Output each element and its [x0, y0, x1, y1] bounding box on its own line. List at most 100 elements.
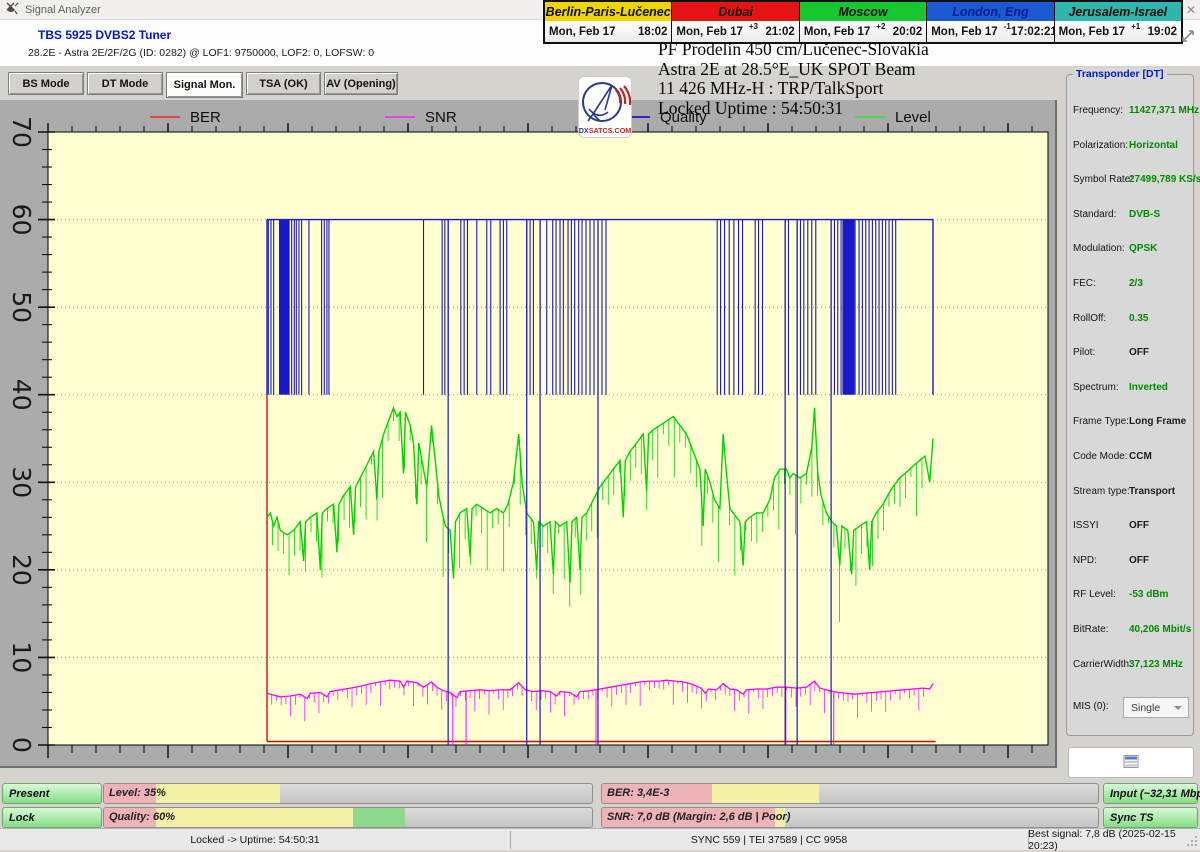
clock-utc-offset: +1 [1131, 22, 1140, 31]
transponder-row: ISSYIOFF [1067, 520, 1195, 534]
tab-tsa-ok-[interactable]: TSA (OK) [246, 72, 321, 95]
clock-city: London, Eng [927, 2, 1053, 21]
mis-dropdown[interactable]: Single [1123, 697, 1189, 718]
bar-segment-green [353, 808, 405, 827]
mis-selected-value: Single [1131, 702, 1160, 714]
clock-column: London, EngMon, Feb 17-117:02:21 [927, 2, 1054, 42]
transponder-value: 0.35 [1129, 313, 1148, 324]
transponder-value: QPSK [1129, 243, 1157, 254]
mis-label: MIS (0): [1073, 701, 1109, 712]
transponder-label: FEC: [1073, 278, 1096, 289]
tab-av-opening-[interactable]: AV (Opening) [324, 72, 398, 95]
signal-history-chart: 010203040506070 [0, 100, 1055, 766]
clock-city: Moscow [800, 2, 926, 21]
transponder-row: Symbol Rate:27499,789 KS/s [1067, 174, 1195, 188]
svg-text:60: 60 [7, 204, 36, 236]
transponder-value: 2/3 [1129, 278, 1143, 289]
clock-time: 18:02 [638, 26, 667, 38]
transponder-row: FEC: 2/3 [1067, 278, 1195, 292]
transponder-label: NPD: [1073, 555, 1097, 566]
annotation-line-2: Astra 2E at 28.5°E_UK SPOT Beam [658, 60, 929, 80]
transponder-value: Horizontal [1129, 140, 1178, 151]
bar-segment-yellow [712, 784, 819, 803]
quality-bar-label: Quality: 60% [109, 811, 175, 823]
clock-time: 17:02:21 [1011, 26, 1057, 38]
transponder-label: Pilot: [1073, 347, 1095, 358]
transponder-row: Frame Type:Long Frame [1067, 416, 1195, 430]
transponder-row: Code Mode:CCM [1067, 451, 1195, 465]
transponder-row: Polarization:Horizontal [1067, 140, 1195, 154]
transponder-value: OFF [1129, 555, 1149, 566]
tab-dt-mode[interactable]: DT Mode [87, 72, 163, 95]
transponder-value: Long Frame [1129, 416, 1186, 427]
tuner-subtitle: 28.2E - Astra 2E/2F/2G (ID: 0282) @ LOF1… [28, 47, 374, 59]
svg-text:DXSATCS.COM: DXSATCS.COM [579, 126, 632, 135]
transponder-row: Pilot: OFF [1067, 347, 1195, 361]
svg-text:20: 20 [7, 554, 36, 586]
transponder-value: CCM [1129, 451, 1152, 462]
resize-diagonal-icon[interactable] [1180, 28, 1196, 47]
transponder-label: RollOff: [1073, 313, 1106, 324]
svg-text:50: 50 [7, 291, 36, 323]
transponder-label: ISSYI [1073, 520, 1099, 531]
annotation-line-4: Locked Uptime : 54:50:31 [658, 99, 929, 119]
report-icon [1123, 755, 1139, 771]
status-best-signal: Best signal: 7,8 dB (2025-02-15 20:23) [1028, 829, 1200, 851]
clock-utc-offset: +3 [749, 22, 758, 31]
transponder-value: 27499,789 KS/s [1129, 174, 1200, 185]
transponder-value: DVB-S [1129, 209, 1160, 220]
tuner-title: TBS 5925 DVBS2 Tuner [38, 28, 171, 42]
tab-signal-mon-[interactable]: Signal Mon. [166, 72, 243, 98]
transponder-label: CarrierWidth: [1073, 659, 1132, 670]
status-counters: SYNC 559 | TEI 37589 | CC 9958 [510, 829, 1028, 851]
transponder-label: Stream type: [1073, 486, 1130, 497]
annotation-line-1: PF Prodelin 450 cm/Lučenec-Slovakia [658, 40, 929, 60]
annotation-line-3: 11 426 MHz-H : TRP/TalkSport [658, 79, 929, 99]
quality-bar: Quality: 60% [103, 807, 593, 828]
clock-date: Mon, Feb 17 [1059, 26, 1125, 38]
transponder-row: Standard: DVB-S [1067, 209, 1195, 223]
clock-city: Berlin-Paris-Lučenec [545, 2, 671, 21]
svg-text:30: 30 [7, 466, 36, 498]
transponder-label: Code Mode: [1073, 451, 1127, 462]
transponder-value: 11427,371 MHz [1129, 105, 1199, 116]
sync-ts-badge: Sync TS [1103, 807, 1198, 828]
transponder-label: Modulation: [1073, 243, 1125, 254]
transponder-label: Frequency: [1073, 105, 1123, 116]
bar-segment-yellow [156, 784, 280, 803]
snr-bar: SNR: 7,0 dB (Margin: 2,6 dB | Poor) [601, 807, 1099, 828]
clock-column: DubaiMon, Feb 17+321:02 [672, 2, 799, 42]
svg-text:70: 70 [7, 116, 36, 148]
close-icon[interactable]: ✕ [1186, 3, 1196, 17]
clock-time-row: Mon, Feb 17 18:02 [545, 21, 671, 42]
clock-date: Mon, Feb 17 [804, 26, 870, 38]
transponder-label: Standard: [1073, 209, 1116, 220]
clock-date: Mon, Feb 17 [931, 26, 997, 38]
clock-column: MoscowMon, Feb 17+220:02 [800, 2, 927, 42]
transponder-row: BitRate: 40,206 Mbit/s [1067, 624, 1195, 638]
transponder-label: BitRate: [1073, 624, 1109, 635]
svg-text:10: 10 [7, 642, 36, 674]
transponder-value: Inverted [1129, 382, 1168, 393]
chevron-down-icon [1174, 706, 1182, 710]
ber-bar-label: BER: 3,4E-3 [607, 787, 669, 799]
resize-grip[interactable] [1186, 835, 1198, 850]
transponder-value: 37,123 MHz [1129, 659, 1183, 670]
clock-time: 20:02 [893, 26, 922, 38]
transponder-panel: Transponder [DT] Frequency:11427,371 MHz… [1066, 74, 1194, 736]
transponder-value: OFF [1129, 347, 1149, 358]
report-button[interactable] [1068, 747, 1194, 778]
transponder-row: Stream type:Transport [1067, 486, 1195, 500]
transponder-label: Frame Type: [1073, 416, 1129, 427]
transponder-value: 40,206 Mbit/s [1129, 624, 1191, 635]
clock-time: 19:02 [1148, 26, 1177, 38]
clock-column: Jerusalem-IsraelMon, Feb 17+119:02 [1055, 2, 1181, 42]
clock-city: Dubai [672, 2, 798, 21]
clock-time-row: Mon, Feb 17 +1 19:02 [1055, 21, 1181, 42]
transponder-row: CarrierWidth:37,123 MHz [1067, 659, 1195, 673]
clock-date: Mon, Feb 17 [549, 26, 615, 38]
level-bar-label: Level: 35% [109, 787, 166, 799]
transponder-row: Modulation: QPSK [1067, 243, 1195, 257]
tab-bs-mode[interactable]: BS Mode [8, 72, 84, 95]
world-clocks: Berlin-Paris-Lučenec Mon, Feb 17 18:02 Duba… [543, 0, 1183, 44]
